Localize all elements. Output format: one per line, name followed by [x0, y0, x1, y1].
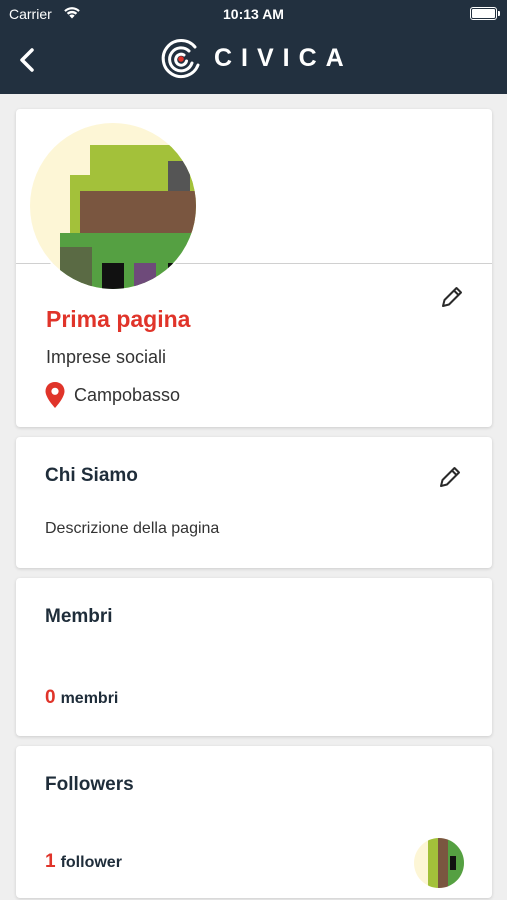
followers-count-label: follower — [60, 854, 122, 871]
top-bar: Carrier 10:13 AM CIVICA — [0, 0, 507, 94]
brand-wordmark: CIVICA — [214, 44, 353, 72]
followers-title: Followers — [45, 774, 134, 795]
battery-icon — [470, 7, 500, 20]
page-category: Imprese sociali — [46, 347, 167, 367]
status-time: 10:13 AM — [223, 6, 284, 22]
follower-avatar[interactable] — [414, 838, 464, 888]
status-bar: Carrier 10:13 AM — [0, 0, 507, 28]
about-title: Chi Siamo — [45, 465, 138, 486]
members-card[interactable]: Membri 0 membri — [16, 578, 492, 736]
civica-logo-icon — [161, 39, 200, 79]
members-count-label: membri — [60, 690, 119, 707]
page-avatar[interactable] — [28, 121, 198, 291]
profile-card: Prima pagina Imprese sociali Campobasso — [16, 109, 492, 427]
followers-count: 1 follower — [45, 851, 122, 873]
edit-about-button[interactable] — [436, 463, 464, 491]
page-name: Prima pagina — [46, 306, 191, 332]
followers-card[interactable]: Followers 1 follower — [16, 746, 492, 898]
page-location: Campobasso — [74, 385, 181, 405]
members-count: 0 membri — [45, 687, 118, 709]
about-card: Chi Siamo Descrizione della pagina — [16, 437, 492, 568]
location-pin-icon — [45, 382, 65, 408]
follower-avatar-image — [414, 838, 464, 888]
about-description: Descrizione della pagina — [45, 520, 220, 537]
members-count-number: 0 — [45, 687, 56, 708]
followers-count-number: 1 — [45, 851, 56, 872]
back-button[interactable] — [14, 44, 42, 76]
members-title: Membri — [45, 606, 113, 627]
edit-profile-button[interactable] — [438, 283, 466, 311]
avatar-image — [30, 123, 196, 289]
brand: CIVICA — [160, 38, 360, 80]
